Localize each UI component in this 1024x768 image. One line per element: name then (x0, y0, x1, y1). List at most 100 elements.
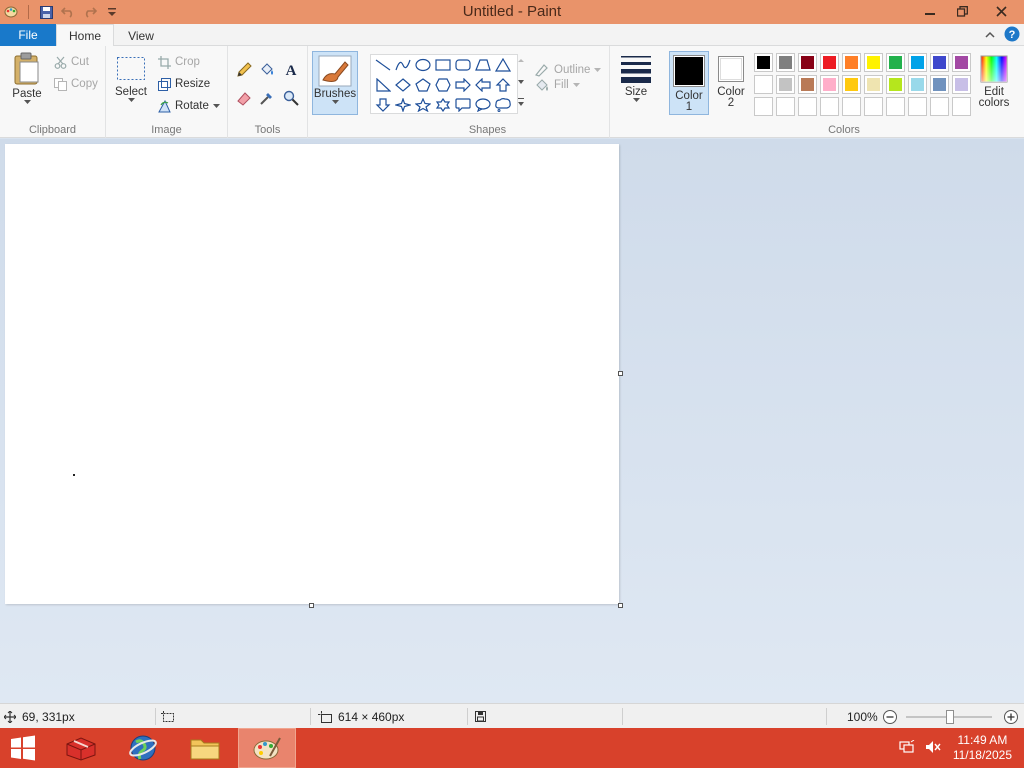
palette-swatch[interactable] (930, 53, 949, 72)
shapes-gallery-scroll[interactable] (516, 54, 526, 114)
taskbar-clock[interactable]: 11:49 AM 11/18/2025 (953, 733, 1012, 763)
palette-swatch[interactable] (754, 53, 773, 72)
magnifier-tool[interactable] (283, 89, 299, 107)
canvas-resize-handle-corner[interactable] (618, 603, 623, 608)
palette-swatch[interactable] (820, 75, 839, 94)
rectangle-shape[interactable] (433, 56, 453, 74)
canvas-resize-handle-right[interactable] (618, 371, 623, 376)
rounded-callout-shape[interactable] (453, 96, 473, 114)
triangle-shape[interactable] (493, 56, 513, 74)
color-picker-tool[interactable] (259, 89, 275, 107)
rotate-button[interactable]: Rotate (158, 97, 220, 115)
rounded-rectangle-shape[interactable] (453, 56, 473, 74)
paint-app-icon[interactable] (2, 3, 20, 21)
palette-swatch[interactable] (886, 75, 905, 94)
customize-qat-icon[interactable] (103, 3, 121, 21)
palette-swatch[interactable] (842, 53, 861, 72)
save-icon[interactable] (37, 3, 55, 21)
palette-swatch[interactable] (930, 75, 949, 94)
tab-file[interactable]: File (0, 24, 56, 46)
custom-color-slot[interactable] (842, 97, 861, 116)
palette-swatch[interactable] (886, 53, 905, 72)
palette-swatch[interactable] (776, 53, 795, 72)
down-arrow-shape[interactable] (373, 96, 393, 114)
left-arrow-shape[interactable] (473, 76, 493, 94)
color-spectrum-icon (980, 55, 1008, 83)
palette-swatch[interactable] (952, 53, 971, 72)
minimize-icon[interactable] (914, 0, 946, 22)
palette-swatch[interactable] (798, 75, 817, 94)
curve-shape[interactable] (393, 56, 413, 74)
tab-view[interactable]: View (114, 24, 168, 47)
palette-swatch[interactable] (776, 75, 795, 94)
undo-icon[interactable] (59, 3, 77, 21)
palette-swatch[interactable] (908, 75, 927, 94)
copy-button[interactable]: Copy (54, 75, 98, 93)
pencil-tool[interactable] (236, 61, 252, 79)
custom-color-slot[interactable] (886, 97, 905, 116)
color2-button[interactable]: Color 2 (712, 56, 750, 109)
diamond-shape[interactable] (393, 76, 413, 94)
palette-swatch[interactable] (952, 75, 971, 94)
size-button[interactable]: Size (616, 53, 656, 103)
custom-color-slot[interactable] (798, 97, 817, 116)
taskbar-app-paint[interactable] (238, 728, 296, 768)
tab-home[interactable]: Home (56, 24, 114, 47)
custom-color-slot[interactable] (930, 97, 949, 116)
close-icon[interactable] (978, 0, 1024, 22)
palette-swatch[interactable] (908, 53, 927, 72)
fill-tool[interactable] (259, 61, 275, 79)
right-arrow-shape[interactable] (453, 76, 473, 94)
select-button[interactable]: Select (114, 56, 148, 103)
palette-swatch[interactable] (798, 53, 817, 72)
brushes-button[interactable]: Brushes (312, 51, 358, 115)
six-point-star-shape[interactable] (433, 96, 453, 114)
color1-button[interactable]: Color 1 (669, 51, 709, 115)
oval-callout-shape[interactable] (473, 96, 493, 114)
zoom-out-button[interactable] (882, 704, 898, 729)
zoom-in-button[interactable] (1003, 704, 1019, 729)
four-point-star-shape[interactable] (393, 96, 413, 114)
up-arrow-shape[interactable] (493, 76, 513, 94)
drawing-canvas[interactable] (5, 144, 619, 604)
taskbar-app-file-explorer[interactable] (176, 728, 234, 768)
custom-color-slot[interactable] (754, 97, 773, 116)
cloud-callout-shape[interactable] (493, 96, 513, 114)
redo-icon[interactable] (81, 3, 99, 21)
palette-swatch[interactable] (842, 75, 861, 94)
fill-button[interactable]: Fill (534, 76, 580, 94)
palette-swatch[interactable] (864, 53, 883, 72)
paste-button[interactable]: Paste (8, 52, 46, 105)
zoom-slider-thumb[interactable] (946, 710, 954, 724)
volume-muted-icon[interactable] (925, 740, 941, 757)
pentagon-shape[interactable] (413, 76, 433, 94)
oval-shape[interactable] (413, 56, 433, 74)
resize-button[interactable]: Resize (158, 75, 210, 93)
line-shape[interactable] (373, 56, 393, 74)
palette-swatch[interactable] (754, 75, 773, 94)
custom-color-slot[interactable] (952, 97, 971, 116)
custom-color-slot[interactable] (776, 97, 795, 116)
palette-swatch[interactable] (820, 53, 839, 72)
right-triangle-shape[interactable] (373, 76, 393, 94)
edit-colors-button[interactable]: Edit colors (978, 55, 1010, 109)
eraser-tool[interactable] (236, 89, 252, 107)
canvas-resize-handle-bottom[interactable] (309, 603, 314, 608)
custom-color-slot[interactable] (908, 97, 927, 116)
crop-button[interactable]: Crop (158, 53, 200, 71)
network-icon[interactable] (899, 739, 915, 757)
taskbar-app-toolbox[interactable] (52, 728, 110, 768)
polygon-shape[interactable] (473, 56, 493, 74)
taskbar-app-browser[interactable] (114, 728, 172, 768)
palette-swatch[interactable] (864, 75, 883, 94)
start-button[interactable] (0, 728, 46, 768)
cut-button[interactable]: Cut (54, 53, 89, 71)
hexagon-shape[interactable] (433, 76, 453, 94)
custom-color-slot[interactable] (820, 97, 839, 116)
custom-color-slot[interactable] (864, 97, 883, 116)
five-point-star-shape[interactable] (413, 96, 433, 114)
collapse-ribbon-icon[interactable] (984, 29, 996, 43)
help-icon[interactable]: ? (1004, 26, 1020, 45)
text-tool[interactable]: A (283, 60, 299, 78)
restore-icon[interactable] (946, 0, 978, 22)
